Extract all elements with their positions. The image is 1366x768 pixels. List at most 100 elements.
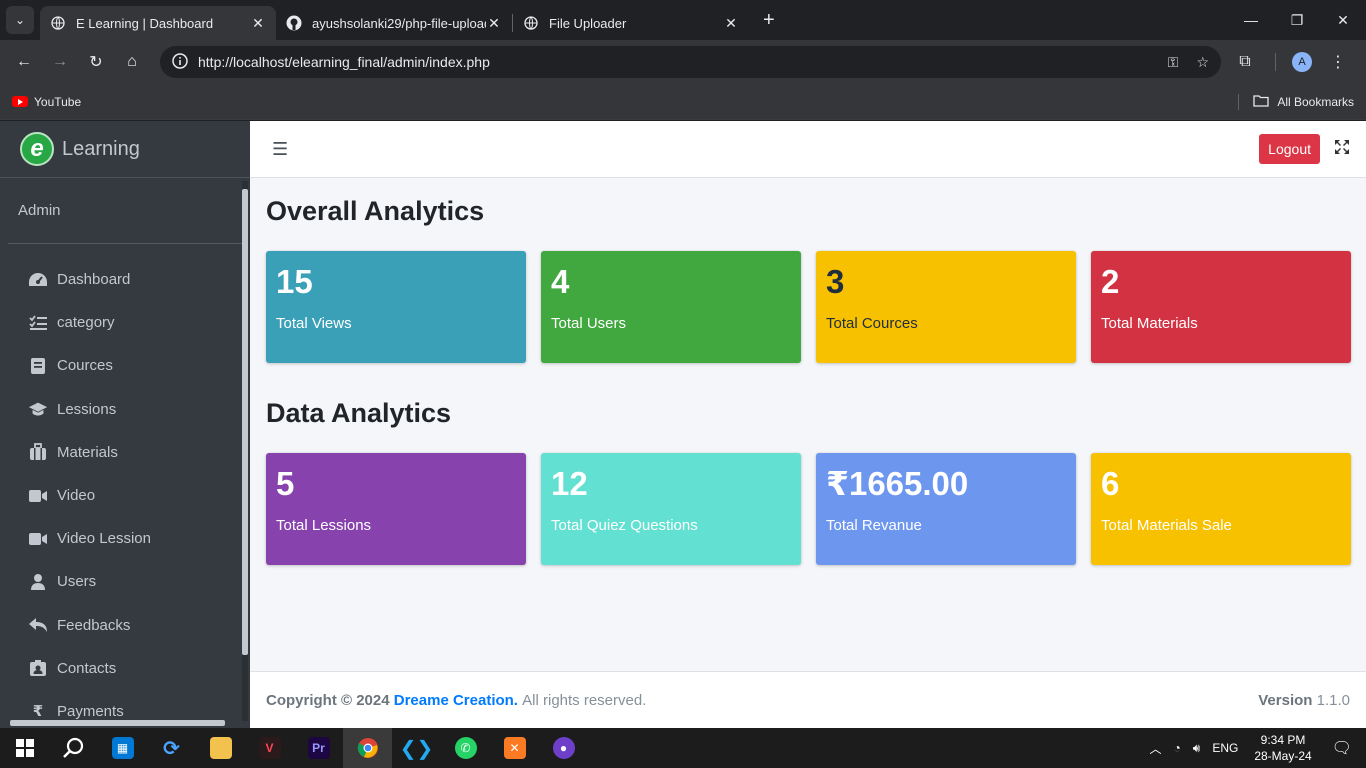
sidebar-scrollbar[interactable] xyxy=(242,181,248,721)
sidebar-item-video-lession[interactable]: Video Lession xyxy=(0,517,250,560)
language-indicator[interactable]: ENG xyxy=(1212,741,1238,755)
card-label: Total Users xyxy=(551,315,627,332)
all-bookmarks[interactable]: All Bookmarks xyxy=(1238,93,1354,110)
url-text: http://localhost/elearning_final/admin/i… xyxy=(198,54,490,70)
home-icon[interactable]: ⌂ xyxy=(116,46,148,78)
sidebar-item-contacts[interactable]: Contacts xyxy=(0,647,250,690)
card-total-materials[interactable]: 2 Total Materials xyxy=(1091,251,1351,363)
top-navbar: ☰ Logout xyxy=(250,121,1366,178)
sidebar-item-dashboard[interactable]: Dashboard xyxy=(0,258,250,301)
extensions-icon[interactable]: ⧉ xyxy=(1229,46,1261,78)
info-icon[interactable] xyxy=(172,52,188,72)
tab-elearning[interactable]: E Learning | Dashboard ✕ xyxy=(40,6,276,40)
sidebar-item-category[interactable]: category xyxy=(0,301,250,344)
chrome-icon xyxy=(357,738,378,758)
taskbar-chrome[interactable] xyxy=(343,728,392,768)
search-button[interactable] xyxy=(49,728,98,768)
bookmark-youtube[interactable]: YouTube xyxy=(12,95,81,109)
reload-icon[interactable]: ↻ xyxy=(80,46,112,78)
close-icon[interactable]: ✕ xyxy=(723,15,739,32)
sidebar-item-video[interactable]: Video xyxy=(0,474,250,517)
close-icon[interactable]: ✕ xyxy=(486,15,502,32)
menu-dots-icon[interactable]: ⋮ xyxy=(1322,46,1354,78)
scrollbar-thumb[interactable] xyxy=(242,189,248,655)
network-icon[interactable]: ◔ xyxy=(1174,741,1181,755)
footer: Copyright © 2024 Dreame Creation. All ri… xyxy=(250,671,1366,728)
tab-search-button[interactable]: ⌄ xyxy=(6,6,34,34)
taskbar-explorer[interactable] xyxy=(196,728,245,768)
taskbar-valorant[interactable]: V xyxy=(245,728,294,768)
star-icon[interactable]: ☆ xyxy=(1196,54,1209,71)
volume-icon[interactable]: 🔊︎ xyxy=(1193,741,1201,756)
card-total-cources[interactable]: 3 Total Cources xyxy=(816,251,1076,363)
store-icon: ▦ xyxy=(111,737,134,759)
sidebar-item-feedbacks[interactable]: Feedbacks xyxy=(0,604,250,647)
taskbar-premiere[interactable]: Pr xyxy=(294,728,343,768)
valorant-icon: V xyxy=(258,737,281,759)
card-total-materials-sale[interactable]: 6 Total Materials Sale xyxy=(1091,453,1351,565)
logout-button[interactable]: Logout xyxy=(1259,134,1320,164)
footer-company-link[interactable]: Dreame Creation. xyxy=(394,692,518,709)
key-icon[interactable]: ⚿ xyxy=(1168,54,1179,71)
card-label: Total Materials Sale xyxy=(1101,517,1232,534)
sidebar-item-label: Dashboard xyxy=(57,271,131,289)
taskbar-store[interactable]: ▦ xyxy=(98,728,147,768)
close-icon[interactable]: ✕ xyxy=(250,15,266,32)
address-bar[interactable]: http://localhost/elearning_final/admin/i… xyxy=(160,46,1221,78)
sidebar-item-lessions[interactable]: Lessions xyxy=(0,388,250,431)
brand-link[interactable]: e Learning xyxy=(0,121,250,178)
restore-icon[interactable]: ❐ xyxy=(1274,0,1320,40)
card-label: Total Materials xyxy=(1101,315,1198,332)
clock[interactable]: 9:34 PM 28-May-24 xyxy=(1254,732,1311,764)
forward-icon[interactable]: → xyxy=(44,46,76,78)
hamburger-menu-icon[interactable]: ☰ xyxy=(272,139,288,160)
sidebar-item-label: Users xyxy=(57,573,97,591)
tab-github[interactable]: ayushsolanki29/php-file-upload ✕ xyxy=(276,6,512,40)
globe-icon xyxy=(523,15,539,31)
brand-text: Learning xyxy=(62,137,140,160)
chevron-up-icon[interactable]: ︿ xyxy=(1149,740,1161,757)
fullscreen-icon[interactable] xyxy=(1334,139,1350,160)
card-total-revenue[interactable]: ₹1665.00 Total Revanue xyxy=(816,453,1076,565)
card-total-users[interactable]: 4 Total Users xyxy=(541,251,801,363)
taskbar-sync[interactable]: ⟳ xyxy=(147,728,196,768)
avatar: A xyxy=(1292,52,1312,72)
bookmark-label: All Bookmarks xyxy=(1277,94,1354,109)
user-name: Admin xyxy=(18,202,61,219)
card-total-views[interactable]: 15 Total Views xyxy=(266,251,526,363)
taskbar-github[interactable]: ● xyxy=(539,728,588,768)
sidebar-item-cources[interactable]: Cources xyxy=(0,344,250,387)
notification-icon[interactable]: 🗨︎ xyxy=(1332,738,1352,758)
github-desktop-icon: ● xyxy=(552,737,575,759)
card-value: 2 xyxy=(1101,263,1120,300)
sidebar-item-label: Contacts xyxy=(57,659,117,677)
profile-button[interactable]: A xyxy=(1286,46,1318,78)
card-total-lessions[interactable]: 5 Total Lessions xyxy=(266,453,526,565)
card-label: Total Views xyxy=(276,315,352,332)
app-root: e Learning Admin Dashboard category Cour… xyxy=(0,121,1366,728)
github-icon xyxy=(286,15,302,31)
start-button[interactable] xyxy=(0,728,49,768)
sidebar: e Learning Admin Dashboard category Cour… xyxy=(0,121,250,728)
brand-logo: e xyxy=(20,132,54,166)
user-panel[interactable]: Admin xyxy=(8,178,242,244)
back-icon[interactable]: ← xyxy=(8,46,40,78)
user-icon xyxy=(28,573,48,591)
sidebar-h-scrollbar[interactable] xyxy=(10,720,225,726)
minimize-icon[interactable]: — xyxy=(1228,0,1274,40)
xampp-icon: ✕ xyxy=(503,737,526,759)
suitcase-icon xyxy=(28,443,48,461)
data-analytics-title: Data Analytics xyxy=(266,398,452,428)
taskbar-vscode[interactable]: ❮❯ xyxy=(392,728,441,768)
card-label: Total Cources xyxy=(826,315,918,332)
tab-file-uploader[interactable]: File Uploader ✕ xyxy=(513,6,749,40)
sidebar-item-users[interactable]: Users xyxy=(0,560,250,603)
card-total-quiz-questions[interactable]: 12 Total Quiez Questions xyxy=(541,453,801,565)
taskbar-whatsapp[interactable]: ✆ xyxy=(441,728,490,768)
sidebar-item-materials[interactable]: Materials xyxy=(0,431,250,474)
list-icon xyxy=(28,314,48,332)
card-label: Total Quiez Questions xyxy=(551,517,698,534)
close-window-icon[interactable]: ✕ xyxy=(1320,0,1366,40)
new-tab-button[interactable]: + xyxy=(763,9,775,32)
taskbar-xampp[interactable]: ✕ xyxy=(490,728,539,768)
